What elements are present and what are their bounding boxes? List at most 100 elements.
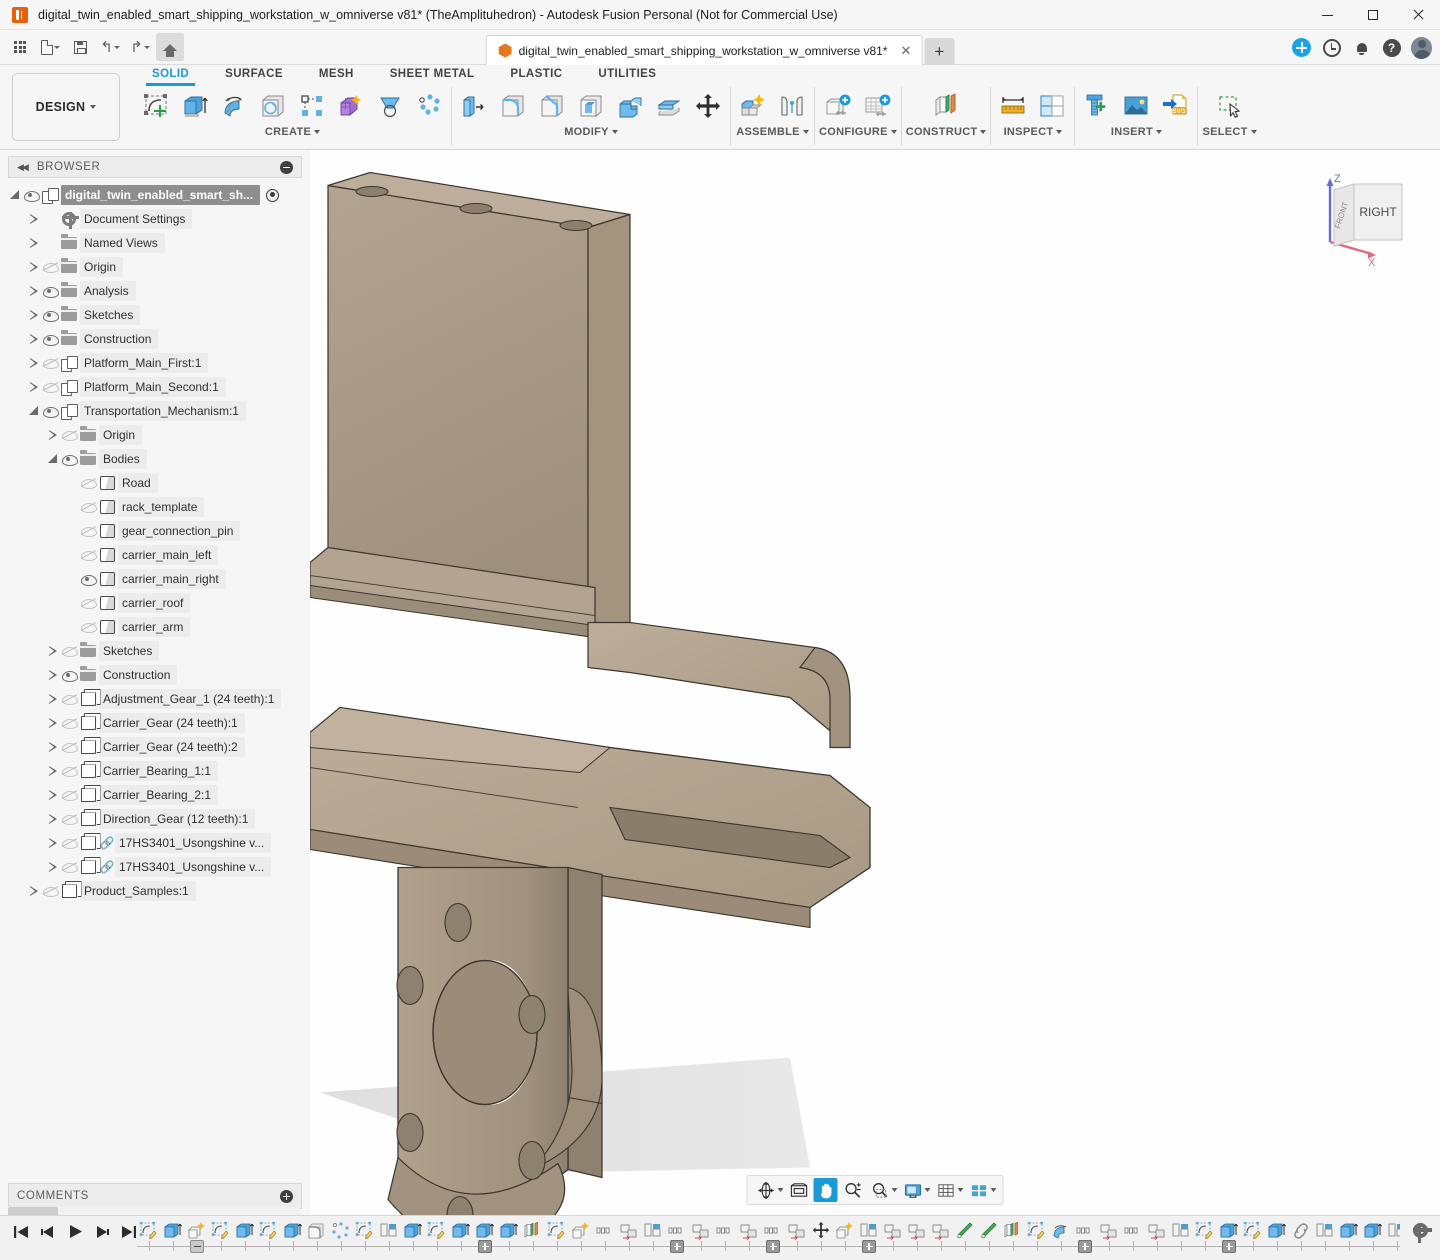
activate-component-radio[interactable] xyxy=(266,189,279,202)
look-at-icon[interactable] xyxy=(787,1178,811,1202)
timeline-feature-joint[interactable] xyxy=(785,1219,809,1243)
chevron-down-icon[interactable] xyxy=(803,130,809,134)
visibility-off-icon[interactable] xyxy=(41,358,58,368)
new-component-icon[interactable] xyxy=(735,88,771,124)
timeline-feature-sketch[interactable] xyxy=(1241,1219,1265,1243)
timeline-feature-joint[interactable] xyxy=(929,1219,953,1243)
new-document-icon[interactable] xyxy=(36,33,64,61)
visibility-off-icon[interactable] xyxy=(60,814,77,824)
close-button[interactable] xyxy=(1395,0,1440,30)
tree-node[interactable]: Carrier_Bearing_2:1 xyxy=(0,783,310,807)
chevron-right-icon[interactable] xyxy=(46,742,60,753)
timeline-feature-sketch[interactable] xyxy=(1193,1219,1217,1243)
display-settings-icon[interactable] xyxy=(901,1178,925,1202)
chevron-down-icon[interactable] xyxy=(314,130,320,134)
go-to-beginning-icon[interactable] xyxy=(12,1223,29,1240)
chevron-down-icon[interactable] xyxy=(892,1188,898,1192)
tree-node[interactable]: Construction xyxy=(0,327,310,351)
combine-icon[interactable] xyxy=(612,88,648,124)
rectangular-pattern-icon[interactable] xyxy=(294,88,330,124)
chevron-right-icon[interactable] xyxy=(46,718,60,729)
tab-utilities[interactable]: UTILITIES xyxy=(580,65,674,83)
timeline-feature-plane[interactable] xyxy=(1001,1219,1025,1243)
timeline-feature-new-component[interactable] xyxy=(569,1219,593,1243)
chevron-right-icon[interactable] xyxy=(27,382,41,393)
chevron-down-icon[interactable] xyxy=(925,1188,931,1192)
tree-node[interactable]: carrier_roof xyxy=(0,591,310,615)
visibility-off-icon[interactable] xyxy=(79,598,96,608)
minus-circle-icon[interactable] xyxy=(280,161,293,174)
timeline-group-marker[interactable] xyxy=(862,1240,876,1253)
visibility-off-icon[interactable] xyxy=(60,766,77,776)
visibility-on-icon[interactable] xyxy=(79,575,96,584)
tree-node[interactable]: Carrier_Gear (24 teeth):2 xyxy=(0,735,310,759)
timeline-feature-mirror[interactable] xyxy=(1385,1219,1400,1243)
timeline-feature-sketch[interactable] xyxy=(353,1219,377,1243)
timeline-feature-extrude[interactable] xyxy=(401,1219,425,1243)
timeline-feature-pattern[interactable] xyxy=(329,1219,353,1243)
tree-node[interactable]: 🔗17HS3401_Usongshine v... xyxy=(0,855,310,879)
app-grid-icon[interactable] xyxy=(6,33,34,61)
home-icon[interactable] xyxy=(156,33,184,61)
timeline-feature-mirror[interactable] xyxy=(641,1219,665,1243)
timeline-feature-joint[interactable] xyxy=(881,1219,905,1243)
tab-solid[interactable]: SOLID xyxy=(134,65,207,83)
joint-icon[interactable] xyxy=(774,88,810,124)
timeline-feature-paint[interactable] xyxy=(977,1219,1001,1243)
visibility-on-icon[interactable] xyxy=(41,335,58,344)
timeline-group-marker[interactable] xyxy=(670,1240,684,1253)
tree-node[interactable]: Carrier_Bearing_1:1 xyxy=(0,759,310,783)
tree-node[interactable]: Analysis xyxy=(0,279,310,303)
timeline-settings-icon[interactable] xyxy=(1400,1219,1440,1238)
timeline-feature-extrude[interactable] xyxy=(281,1219,305,1243)
visibility-off-icon[interactable] xyxy=(79,526,96,536)
tree-node[interactable]: Named Views xyxy=(0,231,310,255)
chevron-down-icon[interactable] xyxy=(8,190,22,200)
visibility-on-icon[interactable] xyxy=(41,407,58,416)
hole-icon[interactable] xyxy=(255,88,291,124)
chevron-down-icon[interactable] xyxy=(46,454,60,464)
chevron-right-icon[interactable] xyxy=(27,310,41,321)
timeline-playhead[interactable] xyxy=(190,1240,204,1253)
chevron-right-icon[interactable] xyxy=(46,646,60,657)
timeline-feature-paint[interactable] xyxy=(953,1219,977,1243)
form-icon[interactable] xyxy=(333,88,369,124)
timeline-feature-sketch[interactable] xyxy=(1025,1219,1049,1243)
timeline-feature-joint[interactable] xyxy=(905,1219,929,1243)
timeline-group-marker[interactable] xyxy=(1222,1240,1236,1253)
redo-icon[interactable]: ↱ xyxy=(126,33,154,61)
loft-icon[interactable] xyxy=(372,88,408,124)
timeline-feature-sketch[interactable] xyxy=(425,1219,449,1243)
tab-sheet-metal[interactable]: SHEET METAL xyxy=(372,65,493,83)
offset-plane-icon[interactable] xyxy=(928,88,964,124)
double-left-arrow-icon[interactable]: ◀◀ xyxy=(17,162,27,173)
plus-circle-icon[interactable] xyxy=(280,1190,293,1203)
help-icon[interactable]: ? xyxy=(1381,37,1402,58)
timeline-feature-mirror[interactable] xyxy=(377,1219,401,1243)
timeline-feature-sketch[interactable] xyxy=(545,1219,569,1243)
select-window-icon[interactable] xyxy=(1212,88,1248,124)
timeline-feature-joint[interactable] xyxy=(1097,1219,1121,1243)
visibility-off-icon[interactable] xyxy=(41,262,58,272)
visibility-off-icon[interactable] xyxy=(60,838,77,848)
insert-svg-icon[interactable]: SVG xyxy=(1157,88,1193,124)
press-pull-icon[interactable] xyxy=(456,88,492,124)
tree-node[interactable]: Adjustment_Gear_1 (24 teeth):1 xyxy=(0,687,310,711)
tree-node[interactable]: Origin xyxy=(0,255,310,279)
timeline-feature-joint[interactable] xyxy=(617,1219,641,1243)
chamfer-icon[interactable] xyxy=(534,88,570,124)
chevron-right-icon[interactable] xyxy=(27,334,41,345)
go-to-end-icon[interactable] xyxy=(120,1223,137,1240)
chevron-down-icon[interactable] xyxy=(778,1188,784,1192)
visibility-on-icon[interactable] xyxy=(41,311,58,320)
visibility-off-icon[interactable] xyxy=(60,862,77,872)
visibility-on-icon[interactable] xyxy=(60,671,77,680)
timeline-group-marker[interactable] xyxy=(478,1240,492,1253)
timeline-feature-move[interactable] xyxy=(809,1219,833,1243)
tree-node[interactable]: 🔗17HS3401_Usongshine v... xyxy=(0,831,310,855)
tree-node[interactable]: Carrier_Gear (24 teeth):1 xyxy=(0,711,310,735)
chevron-right-icon[interactable] xyxy=(27,238,41,249)
create-sketch-icon[interactable] xyxy=(138,88,174,124)
timeline-feature-new-component[interactable] xyxy=(833,1219,857,1243)
timeline-feature-fillet[interactable] xyxy=(305,1219,329,1243)
